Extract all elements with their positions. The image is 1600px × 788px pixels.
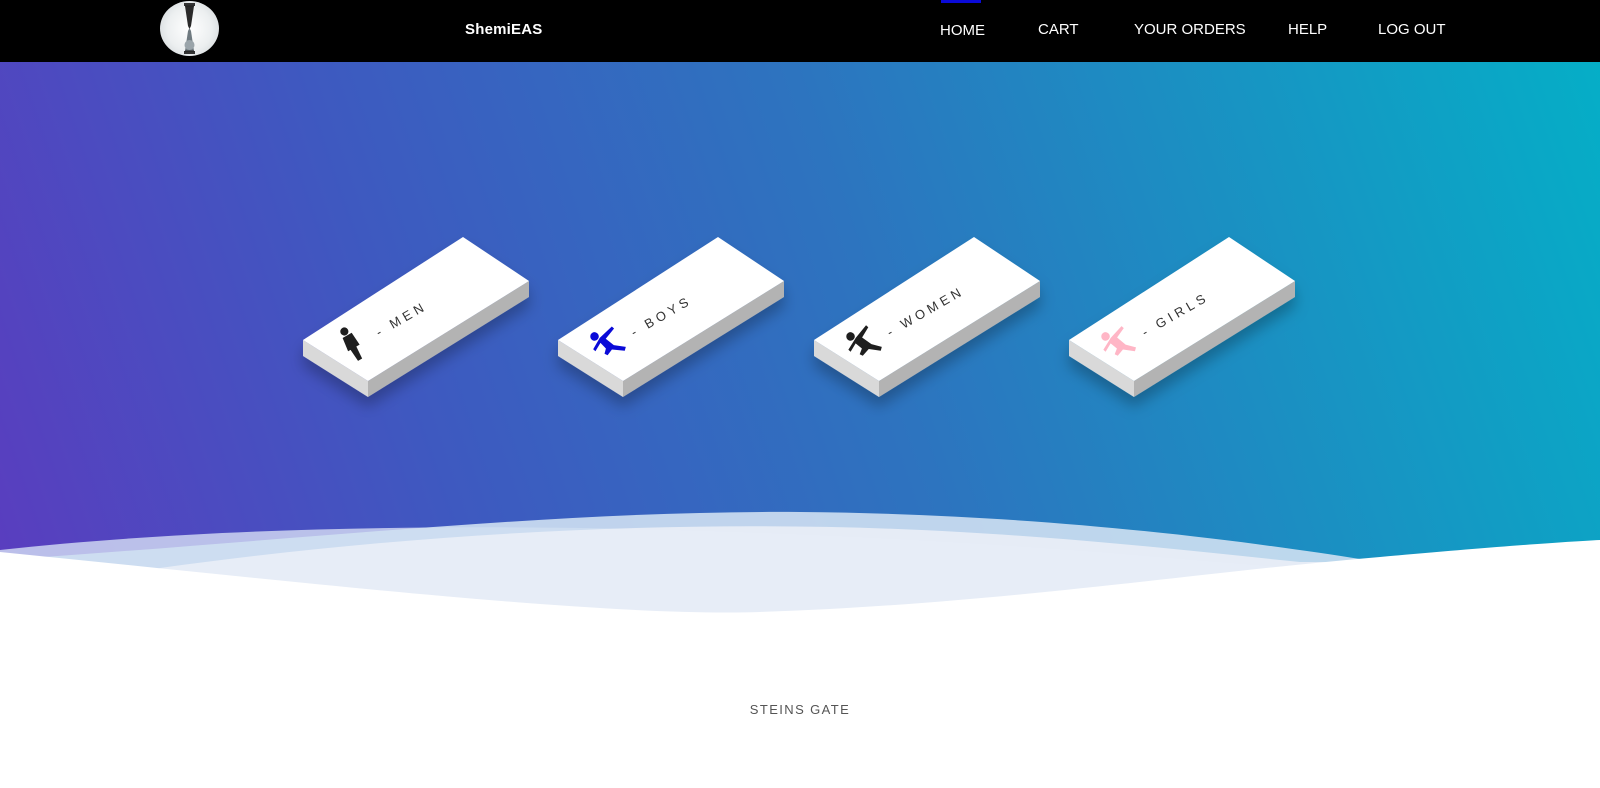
- footer-text: STEINS GATE: [749, 702, 851, 717]
- category-tile: - BOYS: [558, 237, 784, 397]
- nav-cart-link[interactable]: CART: [1038, 21, 1079, 38]
- category-block-2[interactable]: - BOYS: [548, 215, 798, 397]
- page: ShemiEAS HOME CART YOUR ORDERS HELP LOG …: [0, 0, 1600, 788]
- nav-home-link[interactable]: HOME: [940, 22, 985, 39]
- category-tile: - WOMEN: [814, 237, 1040, 397]
- category-block-3[interactable]: - WOMEN: [804, 215, 1054, 397]
- top-navbar: ShemiEAS HOME CART YOUR ORDERS HELP LOG …: [0, 0, 1600, 62]
- nav-orders-link[interactable]: YOUR ORDERS: [1134, 21, 1246, 38]
- category-tile: - GIRLS: [1069, 237, 1295, 397]
- category-block-4[interactable]: - GIRLS: [1059, 215, 1309, 397]
- nav-help-link[interactable]: HELP: [1288, 21, 1327, 38]
- wave-decoration: [0, 511, 1600, 642]
- nav-links: HOME CART YOUR ORDERS HELP LOG OUT: [0, 0, 1600, 62]
- category-tile: - MEN: [303, 237, 529, 397]
- category-block-1[interactable]: - MEN: [293, 215, 543, 397]
- nav-logout-link[interactable]: LOG OUT: [1378, 21, 1446, 38]
- hero-section: - MEN - BOYS - WOMEN - GIRLS: [0, 62, 1600, 642]
